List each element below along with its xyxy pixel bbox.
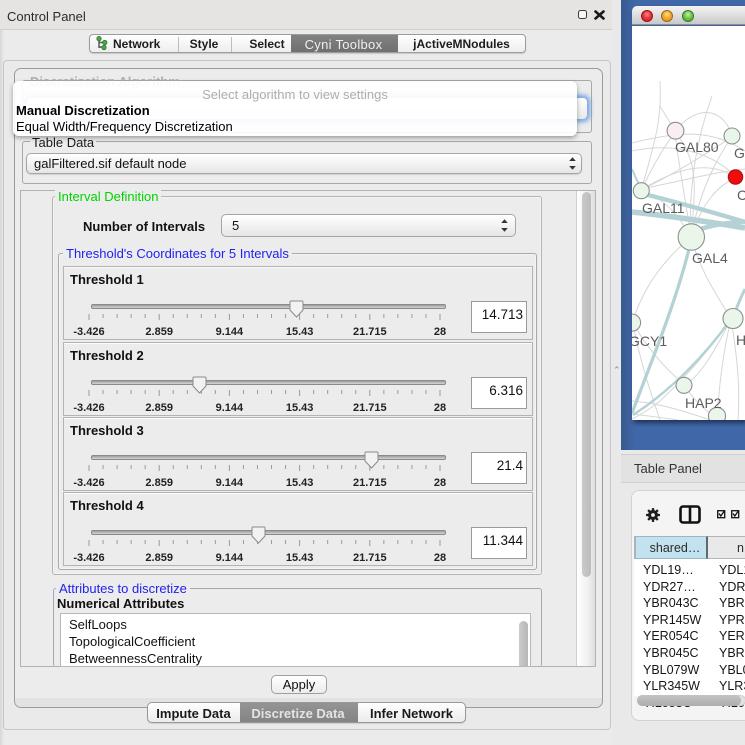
svg-text:GAL4: GAL4 — [692, 250, 728, 266]
svg-text:HAP2: HAP2 — [685, 395, 722, 411]
svg-text:C: C — [737, 187, 745, 203]
svg-text:GA: GA — [734, 145, 745, 161]
svg-text:H: H — [736, 332, 745, 348]
svg-text:GCY1: GCY1 — [632, 333, 667, 349]
svg-text:GAL80: GAL80 — [675, 139, 719, 155]
svg-text:GAL11: GAL11 — [642, 200, 685, 216]
